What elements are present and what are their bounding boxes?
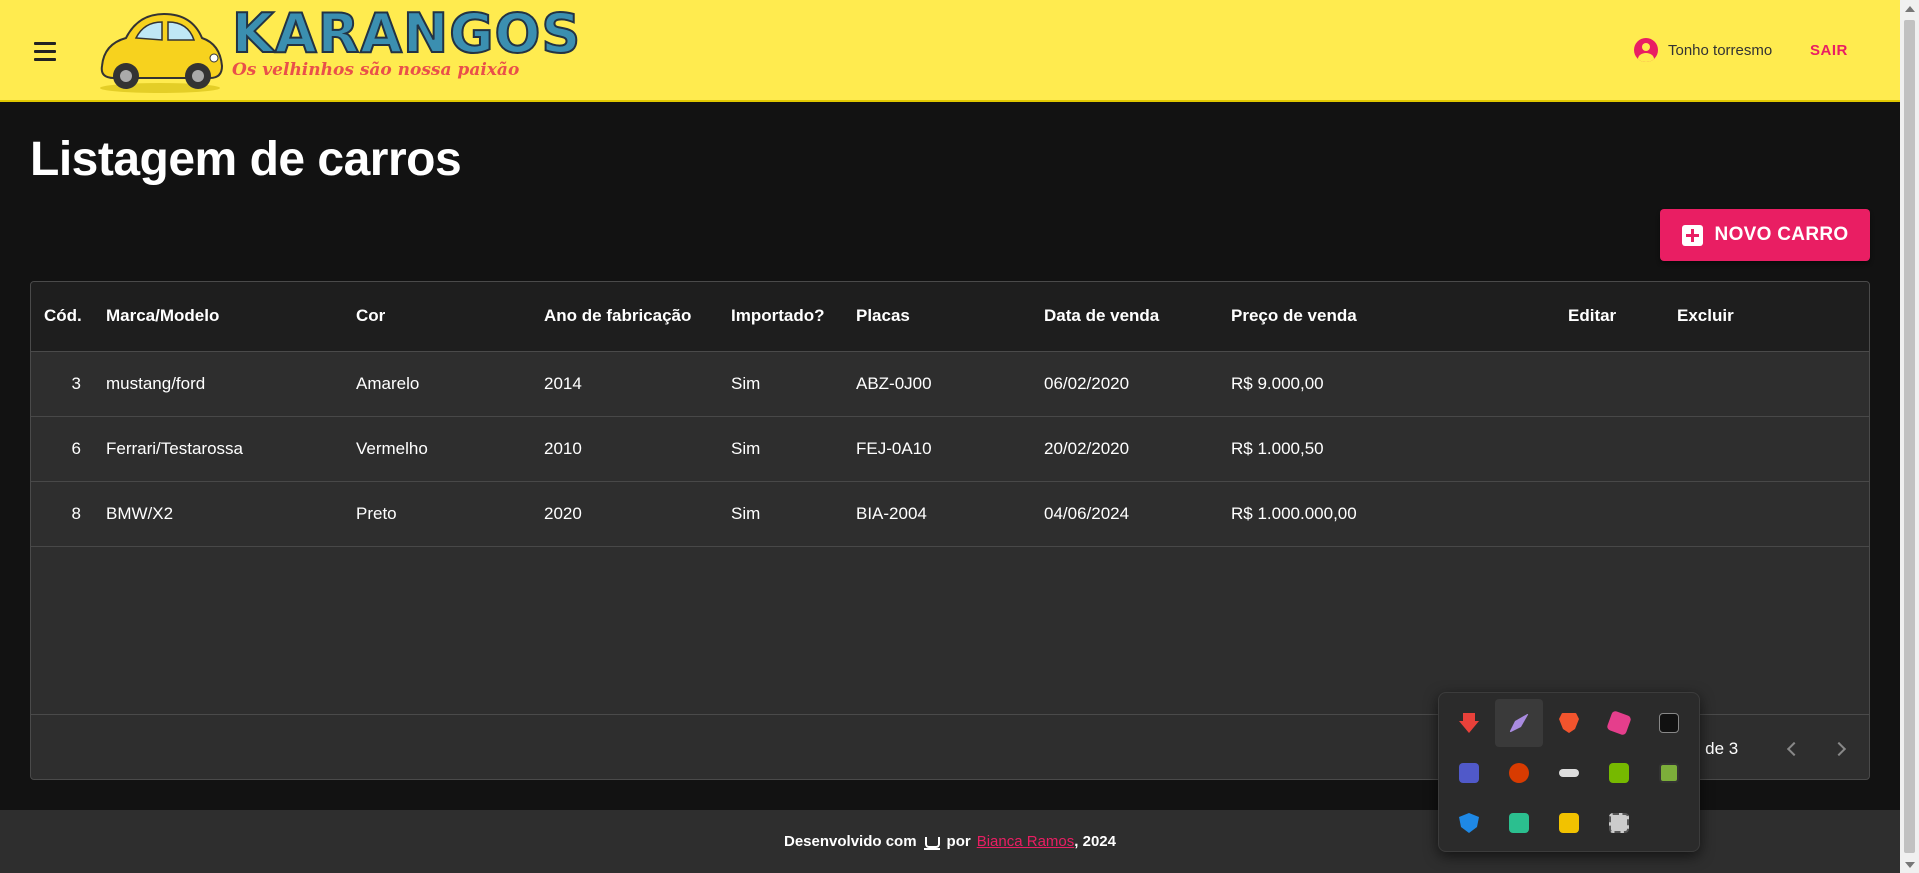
cube-icon bbox=[1606, 710, 1632, 736]
tray-item-defender[interactable] bbox=[1445, 799, 1493, 847]
tray-item-teams[interactable] bbox=[1445, 749, 1493, 797]
tray-item-lock[interactable] bbox=[1545, 799, 1593, 847]
cell-color: Vermelho bbox=[356, 439, 428, 458]
column-header-code[interactable]: Cód. bbox=[44, 306, 82, 326]
column-header-edit[interactable]: Editar bbox=[1568, 306, 1616, 326]
cell-plate: ABZ-0J00 bbox=[856, 374, 932, 393]
column-header-year[interactable]: Ano de fabricação bbox=[544, 306, 691, 326]
cell-imported: Sim bbox=[731, 504, 761, 523]
car-logo-icon bbox=[100, 12, 224, 93]
epic-games-icon bbox=[1659, 713, 1679, 733]
column-header-sale-date[interactable]: Data de venda bbox=[1044, 306, 1159, 326]
tray-item-wallet[interactable] bbox=[1495, 799, 1543, 847]
feather-icon bbox=[1509, 713, 1529, 733]
grid-app-icon bbox=[1659, 763, 1679, 783]
cell-imported: Sim bbox=[731, 374, 761, 393]
cell-code: 3 bbox=[71, 374, 81, 393]
add-box-icon bbox=[1681, 224, 1703, 246]
cell-year: 2020 bbox=[544, 504, 582, 523]
cell-sale-date: 06/02/2020 bbox=[1044, 374, 1130, 393]
footer-year: , 2024 bbox=[1074, 833, 1116, 850]
new-car-button[interactable]: NOVO CARRO bbox=[1660, 209, 1870, 261]
cell-plate: BIA-2004 bbox=[856, 504, 927, 523]
tray-item-epic[interactable] bbox=[1645, 699, 1693, 747]
user-name: Tonho torresmo bbox=[1668, 41, 1773, 59]
cell-model: mustang/ford bbox=[106, 374, 206, 393]
column-header-imported[interactable]: Importado? bbox=[731, 306, 825, 326]
brave-icon bbox=[1559, 713, 1579, 733]
tray-item-grid-app[interactable] bbox=[1645, 749, 1693, 797]
footer-by: por bbox=[946, 833, 971, 850]
scroll-up-arrow-icon[interactable] bbox=[1905, 6, 1915, 12]
column-header-price[interactable]: Preço de venda bbox=[1231, 306, 1357, 326]
cell-color: Amarelo bbox=[356, 374, 420, 393]
wallet-icon bbox=[1509, 813, 1529, 833]
tray-item-cube[interactable] bbox=[1595, 699, 1643, 747]
office-icon bbox=[1509, 763, 1529, 783]
tray-item-chip[interactable] bbox=[1595, 799, 1643, 847]
footer-prefix: Desenvolvido com bbox=[784, 833, 917, 850]
defender-icon bbox=[1459, 813, 1479, 833]
user-info: Tonho torresmo bbox=[1634, 38, 1772, 62]
account-circle-icon bbox=[1634, 38, 1658, 62]
cell-plate: FEJ-0A10 bbox=[856, 439, 932, 458]
cell-model: BMW/X2 bbox=[106, 504, 174, 523]
app-header: KARANGOS Os velhinhos são nossa paixão T… bbox=[0, 0, 1900, 102]
scroll-down-arrow-icon[interactable] bbox=[1905, 862, 1915, 868]
logout-button[interactable]: SAIR bbox=[1810, 42, 1848, 59]
coffee-icon bbox=[923, 833, 941, 851]
logo-title: KARANGOS bbox=[231, 2, 582, 65]
tray-item-office[interactable] bbox=[1495, 749, 1543, 797]
cell-price: R$ 1.000.000,00 bbox=[1231, 504, 1357, 523]
cell-code: 6 bbox=[71, 439, 81, 458]
teams-icon bbox=[1459, 763, 1479, 783]
usb-icon bbox=[1559, 769, 1579, 777]
cell-color: Preto bbox=[356, 504, 397, 523]
table-row[interactable]: 6 Ferrari/Testarossa Vermelho 2010 Sim F… bbox=[31, 417, 1869, 482]
cell-code: 8 bbox=[71, 504, 81, 523]
column-header-model[interactable]: Marca/Modelo bbox=[106, 306, 219, 326]
tray-item-usb[interactable] bbox=[1545, 749, 1593, 797]
column-header-plate[interactable]: Placas bbox=[856, 306, 910, 326]
table-row[interactable]: 3 mustang/ford Amarelo 2014 Sim ABZ-0J00… bbox=[31, 352, 1869, 417]
new-car-label: NOVO CARRO bbox=[1714, 224, 1849, 245]
tray-item-feather[interactable] bbox=[1495, 699, 1543, 747]
logo-subtitle: Os velhinhos são nossa paixão bbox=[232, 60, 520, 80]
scrollbar[interactable] bbox=[1900, 0, 1919, 873]
nvidia-icon bbox=[1609, 763, 1629, 783]
cell-sale-date: 20/02/2020 bbox=[1044, 439, 1130, 458]
cell-imported: Sim bbox=[731, 439, 761, 458]
cell-year: 2014 bbox=[544, 374, 582, 393]
tray-overflow-popup bbox=[1438, 692, 1700, 852]
cell-price: R$ 9.000,00 bbox=[1231, 374, 1324, 393]
tray-item-download[interactable] bbox=[1445, 699, 1493, 747]
chevron-left-icon[interactable] bbox=[1779, 737, 1803, 761]
logo[interactable]: KARANGOS Os velhinhos são nossa paixão bbox=[94, 3, 581, 96]
download-arrow-icon bbox=[1459, 713, 1479, 733]
tray-item-nvidia[interactable] bbox=[1595, 749, 1643, 797]
table-header: Cód. Marca/Modelo Cor Ano de fabricação … bbox=[31, 282, 1869, 352]
page-title: Listagem de carros bbox=[30, 133, 462, 186]
column-header-delete[interactable]: Excluir bbox=[1677, 306, 1734, 326]
chevron-right-icon[interactable] bbox=[1829, 737, 1853, 761]
chip-icon bbox=[1609, 813, 1629, 833]
menu-icon[interactable] bbox=[28, 36, 62, 66]
scroll-thumb[interactable] bbox=[1904, 20, 1915, 853]
tray-item-brave[interactable] bbox=[1545, 699, 1593, 747]
cell-year: 2010 bbox=[544, 439, 582, 458]
cell-price: R$ 1.000,50 bbox=[1231, 439, 1324, 458]
cell-sale-date: 04/06/2024 bbox=[1044, 504, 1130, 523]
author-link[interactable]: Bianca Ramos bbox=[977, 833, 1075, 850]
cell-model: Ferrari/Testarossa bbox=[106, 439, 243, 458]
table-row[interactable]: 8 BMW/X2 Preto 2020 Sim BIA-2004 04/06/2… bbox=[31, 482, 1869, 547]
column-header-color[interactable]: Cor bbox=[356, 306, 385, 326]
lock-app-icon bbox=[1559, 813, 1579, 833]
